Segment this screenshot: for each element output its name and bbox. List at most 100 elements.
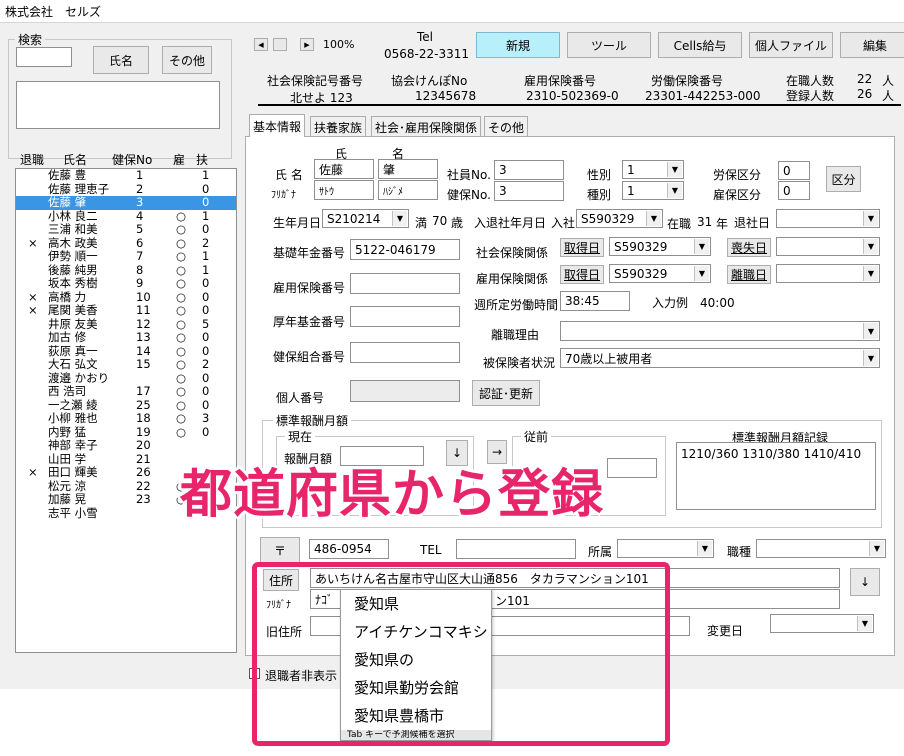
record-field[interactable]: 1210/360 1310/380 1410/410 [676, 442, 876, 510]
search-name-button[interactable]: 氏名 [93, 46, 149, 74]
position-select[interactable]: ▼ [756, 539, 886, 558]
table-row[interactable]: 小柳 雅也 18 ○ 3 [16, 411, 236, 426]
emp-acquire-select[interactable]: S590329 ▼ [609, 264, 711, 283]
cell-name: 志平 小雪 [48, 505, 98, 520]
postal-button[interactable]: 〒 [260, 537, 300, 563]
weekly-hours-field[interactable]: 38:45 [560, 291, 630, 311]
type-select[interactable]: 1 ▼ [622, 181, 684, 200]
tab-social-insurance[interactable]: 社会･雇用保険関係 [371, 116, 482, 137]
last-kana-field[interactable]: ｻﾄｳ [314, 180, 374, 200]
table-row[interactable]: 坂本 秀樹 9 ○ 0 [16, 276, 236, 291]
hire-in-label: 入社 [551, 216, 576, 230]
table-row[interactable]: 後藤 純男 8 ○ 1 [16, 262, 236, 278]
address-down-button[interactable]: ↓ [850, 568, 880, 596]
table-row[interactable]: × 高木 政美 6 ○ 2 [16, 235, 236, 251]
class-button[interactable]: 区分 [826, 166, 861, 192]
table-row[interactable]: × 尾関 美香 11 ○ 0 [16, 303, 236, 318]
cells-pay-button[interactable]: Cells給与 [658, 32, 742, 58]
union-field[interactable] [350, 342, 460, 363]
birthday-select[interactable]: S210214 ▼ [322, 209, 409, 228]
emp-leave-button[interactable]: 離職日 [727, 265, 772, 284]
leave-reason-select[interactable]: ▼ [560, 321, 880, 341]
tel-label: Tel [417, 30, 434, 44]
cell-emp: ○ [176, 235, 187, 250]
my-number-field[interactable] [350, 380, 460, 402]
cell-no: 15 [136, 357, 151, 371]
search-other-button[interactable]: その他 [162, 46, 212, 74]
emp-acquire-button[interactable]: 取得日 [560, 265, 605, 284]
cell-dep: 0 [202, 276, 210, 290]
table-row[interactable]: 佐藤 肇 3 0 [16, 195, 236, 210]
change-date-select[interactable]: ▼ [770, 614, 874, 633]
insured-status-select[interactable]: 70歳以上被用者 ▼ [560, 348, 880, 368]
table-row[interactable]: 神部 幸子 20 [16, 438, 236, 453]
last-name-field[interactable]: 佐藤 [314, 159, 374, 179]
cell-no: 8 [136, 262, 144, 277]
table-row[interactable]: 一之瀬 綾 25 ○ 0 [16, 397, 236, 413]
table-row[interactable]: 西 浩司 17 ○ 0 [16, 384, 236, 399]
tools-button[interactable]: ツール [567, 32, 651, 58]
social-lose-button[interactable]: 喪失日 [727, 238, 772, 257]
search-input[interactable] [16, 47, 72, 67]
tab-other[interactable]: その他 [484, 116, 529, 137]
postal-field[interactable]: 486-0954 [309, 539, 389, 559]
new-button[interactable]: 新規 [476, 32, 560, 58]
emp-leave-select[interactable]: ▼ [776, 264, 880, 283]
chevron-down-icon: ▼ [863, 350, 878, 366]
hire-date-select[interactable]: S590329 ▼ [576, 209, 663, 228]
welfare-field[interactable] [350, 306, 460, 327]
tenure-suffix: 年 [716, 217, 729, 231]
first-name-field[interactable]: 肇 [378, 159, 438, 179]
certify-button[interactable]: 認証･更新 [472, 380, 540, 406]
tel-field[interactable] [456, 539, 576, 559]
social-acquire-select[interactable]: S590329 ▼ [609, 237, 711, 256]
scroll-thumb[interactable] [273, 38, 287, 51]
scroll-right-button[interactable]: ▶ [300, 38, 314, 51]
dept-select[interactable]: ▼ [617, 539, 714, 558]
personal-file-button[interactable]: 個人ファイル [749, 32, 833, 58]
chevron-down-icon: ▼ [863, 266, 878, 281]
table-row[interactable]: 伊勢 順一 7 ○ 1 [16, 249, 236, 264]
cell-emp: ○ [176, 316, 187, 331]
employee-no-field[interactable]: 3 [494, 160, 564, 180]
cell-emp: ○ [176, 289, 187, 304]
social-lose-select[interactable]: ▼ [776, 237, 880, 256]
scroll-left-button[interactable]: ◀ [254, 38, 268, 51]
cell-dep: 0 [202, 181, 210, 196]
table-row[interactable]: × 高橋 力 10 ○ 0 [16, 289, 236, 305]
edit-button[interactable]: 編集 [840, 32, 904, 58]
tab-basic[interactable]: 基本情報 [249, 114, 306, 137]
first-kana-field[interactable]: ﾊｼﾞﾒ [378, 180, 438, 200]
position-label: 職種 [727, 545, 752, 559]
health-no-field[interactable]: 3 [494, 181, 564, 201]
cell-no: 26 [136, 465, 151, 479]
table-row[interactable]: 小林 良二 4 ○ 1 [16, 209, 236, 224]
search-result-box[interactable] [16, 81, 220, 129]
employee-list[interactable]: 佐藤 豊 1 1 佐藤 理恵子 2 0 佐藤 肇 3 0 小林 良二 4 ○ 1 三浦 和美 5 ○ 0 × 高木 … [15, 168, 237, 653]
cell-no: 22 [136, 478, 151, 493]
table-row[interactable]: 大石 弘文 15 ○ 2 [16, 357, 236, 372]
table-row[interactable]: 荻原 真一 14 ○ 0 [16, 344, 236, 359]
table-row[interactable]: 佐藤 豊 1 1 [16, 169, 236, 183]
employment-label: 雇用保険番号 [524, 74, 597, 88]
cell-emp: ○ [176, 397, 187, 412]
table-row[interactable]: 井原 友美 12 ○ 5 [16, 316, 236, 332]
emp-ins-no-field[interactable] [350, 273, 460, 294]
table-row[interactable]: 加古 修 13 ○ 0 [16, 330, 236, 345]
gender-select[interactable]: 1 ▼ [622, 160, 684, 179]
labor-class-field[interactable]: 0 [778, 161, 810, 180]
pension-field[interactable]: 5122-046179 [350, 239, 460, 260]
table-row[interactable]: 佐藤 理恵子 2 0 [16, 181, 236, 197]
emp-class-field[interactable]: 0 [778, 181, 810, 200]
table-row[interactable]: 三浦 和美 5 ○ 0 [16, 222, 236, 237]
retire-date-select[interactable]: ▼ [776, 209, 880, 228]
cell-no: 5 [136, 222, 144, 236]
social-acquire-button[interactable]: 取得日 [560, 238, 605, 257]
cell-no: 18 [136, 411, 151, 425]
cell-name: 高橋 力 [48, 289, 87, 304]
table-row[interactable]: 内野 猛 19 ○ 0 [16, 425, 236, 440]
prev-field[interactable] [607, 458, 657, 478]
cell-no: 25 [136, 397, 151, 412]
table-row[interactable]: 渡邉 かおり ○ 0 [16, 371, 236, 386]
tab-dependents[interactable]: 扶養家族 [310, 116, 367, 137]
